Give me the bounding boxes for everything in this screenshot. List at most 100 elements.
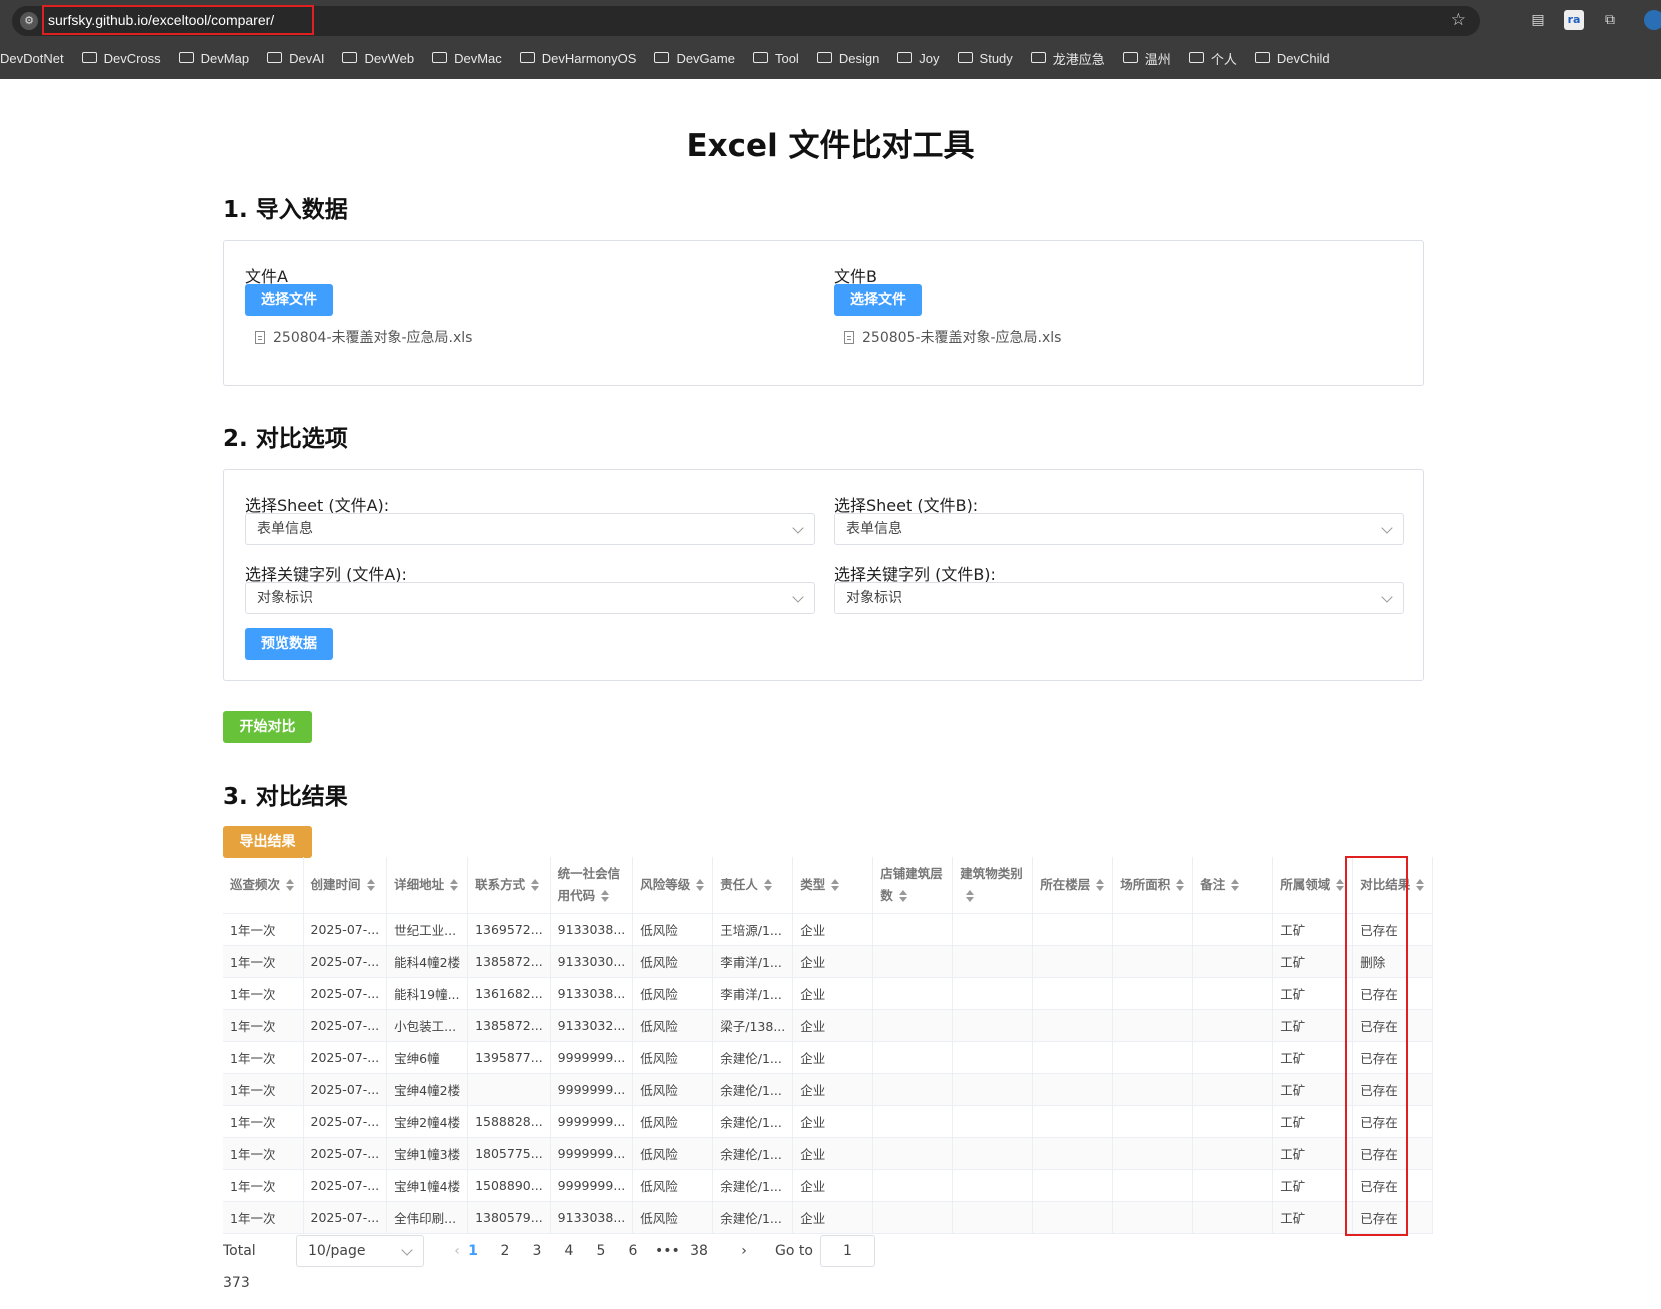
column-header[interactable]: 类型 bbox=[792, 857, 874, 914]
column-header[interactable]: 创建时间 bbox=[303, 857, 388, 914]
column-header[interactable]: 所在楼层 bbox=[1032, 857, 1114, 914]
bookmark-item[interactable]: DevGame bbox=[654, 51, 735, 66]
table-cell bbox=[1192, 1137, 1274, 1170]
sort-icon[interactable] bbox=[366, 879, 375, 892]
bookmark-item[interactable]: DevDotNet bbox=[0, 51, 64, 66]
bookmark-item[interactable]: Joy bbox=[897, 51, 940, 66]
start-compare-button[interactable]: 开始对比 bbox=[223, 711, 312, 743]
folder-icon bbox=[267, 51, 283, 63]
page-number[interactable]: 1 bbox=[463, 1235, 483, 1267]
site-settings-icon[interactable]: ⚙ bbox=[20, 12, 38, 30]
table-cell: 2025-07-... bbox=[303, 1105, 388, 1138]
column-header[interactable]: 联系方式 bbox=[467, 857, 551, 914]
sort-icon[interactable] bbox=[1176, 879, 1185, 892]
sheet-b-select[interactable]: 表单信息 bbox=[834, 513, 1404, 545]
sort-icon[interactable] bbox=[831, 879, 840, 892]
key-a-select[interactable]: 对象标识 bbox=[245, 582, 815, 614]
sort-icon[interactable] bbox=[286, 879, 295, 892]
key-b-select[interactable]: 对象标识 bbox=[834, 582, 1404, 614]
column-header[interactable]: 场所面积 bbox=[1112, 857, 1194, 914]
sort-icon[interactable] bbox=[450, 879, 459, 892]
bookmark-item[interactable]: Tool bbox=[752, 51, 799, 66]
table-cell: 2025-07-... bbox=[303, 913, 388, 946]
table-cell: 企业 bbox=[792, 945, 874, 978]
bookmark-item[interactable]: 个人 bbox=[1188, 49, 1237, 68]
sort-icon[interactable] bbox=[763, 879, 772, 892]
bookmark-item[interactable]: DevAI bbox=[267, 51, 324, 66]
sort-icon[interactable] bbox=[531, 879, 540, 892]
bookmark-item[interactable]: Design bbox=[816, 51, 879, 66]
bookmark-item[interactable]: DevCross bbox=[81, 51, 161, 66]
address-bar[interactable]: ⚙ surfsky.github.io/exceltool/comparer/ … bbox=[12, 5, 1480, 36]
bookmark-item[interactable]: DevHarmonyOS bbox=[519, 51, 636, 66]
sort-icon[interactable] bbox=[966, 890, 975, 903]
bookmark-item[interactable]: DevChild bbox=[1254, 51, 1330, 66]
column-header[interactable]: 建筑物类别 bbox=[952, 857, 1034, 914]
extension-icon[interactable]: ra bbox=[1564, 10, 1584, 30]
bookmark-item[interactable]: DevMap bbox=[178, 51, 249, 66]
document-icon bbox=[844, 330, 854, 344]
column-header[interactable]: 备注 bbox=[1192, 857, 1274, 914]
table-row[interactable]: 1年一次 2025-07-... 能科19幢... 1361682... 9133038… bbox=[223, 977, 1434, 1010]
table-row[interactable]: 1年一次 2025-07-... 宝绅2幢4楼 1588828... 9999999..… bbox=[223, 1105, 1434, 1138]
column-header[interactable]: 详细地址 bbox=[386, 857, 469, 914]
table-cell: 9999999... bbox=[550, 1137, 634, 1170]
table-row[interactable]: 1年一次 2025-07-... 全伟印刷... 1380579... 9133038.… bbox=[223, 1201, 1434, 1234]
sort-icon[interactable] bbox=[1416, 879, 1425, 892]
page-number[interactable]: 38 bbox=[689, 1235, 709, 1267]
bookmark-star-icon[interactable]: ☆ bbox=[1451, 10, 1466, 30]
table-row[interactable]: 1年一次 2025-07-... 宝绅4幢2楼 9999999... 低风险 余建伦/1.… bbox=[223, 1073, 1434, 1106]
table-row[interactable]: 1年一次 2025-07-... 宝绅6幢 1395877... 9999999... 低… bbox=[223, 1041, 1434, 1074]
preview-button[interactable]: 预览数据 bbox=[245, 628, 333, 660]
page-number[interactable]: 2 bbox=[495, 1235, 515, 1267]
table-row[interactable]: 1年一次 2025-07-... 宝绅1幢3楼 1805775... 9999999..… bbox=[223, 1137, 1434, 1170]
page-size-select[interactable]: 10/page bbox=[296, 1235, 424, 1267]
column-header[interactable]: 巡查频次 bbox=[223, 857, 304, 914]
chevron-down-icon bbox=[1381, 591, 1393, 603]
bookmark-item[interactable]: DevWeb bbox=[342, 51, 414, 66]
extensions-puzzle-icon[interactable]: ⧉ bbox=[1600, 10, 1620, 30]
table-cell bbox=[1192, 1009, 1274, 1042]
sort-icon[interactable] bbox=[696, 879, 705, 892]
file-b-item[interactable]: 250805-未覆盖对象-应急局.xls bbox=[844, 327, 1061, 347]
bookmark-item[interactable]: Study bbox=[957, 51, 1013, 66]
table-cell bbox=[872, 1137, 954, 1170]
choose-file-b-button[interactable]: 选择文件 bbox=[834, 284, 922, 316]
page-number[interactable]: 3 bbox=[527, 1235, 547, 1267]
sheet-a-select[interactable]: 表单信息 bbox=[245, 513, 815, 545]
table-row[interactable]: 1年一次 2025-07-... 宝绅1幢4楼 1508890... 9999999..… bbox=[223, 1169, 1434, 1202]
bookmark-item[interactable]: 温州 bbox=[1122, 49, 1171, 68]
column-header[interactable]: 所属领域 bbox=[1272, 857, 1354, 914]
sort-icon[interactable] bbox=[601, 890, 610, 903]
column-header[interactable]: 统一社会信用代码 bbox=[550, 857, 634, 914]
file-a-item[interactable]: 250804-未覆盖对象-应急局.xls bbox=[255, 327, 472, 347]
choose-file-a-button[interactable]: 选择文件 bbox=[245, 284, 333, 316]
bookmark-item[interactable]: 龙港应急 bbox=[1030, 49, 1105, 68]
table-cell: 企业 bbox=[792, 1009, 874, 1042]
table-row[interactable]: 1年一次 2025-07-... 小包装工... 1385872... 9133032.… bbox=[223, 1009, 1434, 1042]
column-header[interactable]: 店铺建筑层数 bbox=[872, 857, 954, 914]
export-button[interactable]: 导出结果 bbox=[223, 826, 312, 858]
sort-icon[interactable] bbox=[1231, 879, 1240, 892]
goto-input[interactable]: 1 bbox=[820, 1235, 875, 1267]
table-cell: 世纪工业... bbox=[386, 913, 469, 946]
page-number[interactable]: 6 bbox=[623, 1235, 643, 1267]
next-page-icon[interactable]: › bbox=[734, 1235, 754, 1267]
table-cell: 1385872... bbox=[467, 1009, 551, 1042]
more-pages-icon[interactable]: ••• bbox=[655, 1235, 680, 1267]
bookmark-label: DevWeb bbox=[364, 50, 415, 66]
bookmark-item[interactable]: DevMac bbox=[432, 51, 502, 66]
column-header[interactable]: 风险等级 bbox=[632, 857, 714, 914]
table-cell: 1508890... bbox=[467, 1169, 551, 1202]
sort-icon[interactable] bbox=[898, 890, 907, 903]
table-row[interactable]: 1年一次 2025-07-... 世纪工业... 1369572... 9133038.… bbox=[223, 913, 1434, 946]
url-text[interactable]: surfsky.github.io/exceltool/comparer/ bbox=[48, 12, 274, 28]
page-number[interactable]: 4 bbox=[559, 1235, 579, 1267]
table-row[interactable]: 1年一次 2025-07-... 能科4幢2楼 1385872... 9133030..… bbox=[223, 945, 1434, 978]
page-number[interactable]: 5 bbox=[591, 1235, 611, 1267]
sort-icon[interactable] bbox=[1096, 879, 1105, 892]
sort-icon[interactable] bbox=[1336, 879, 1345, 892]
profile-avatar[interactable] bbox=[1644, 10, 1661, 30]
translate-icon[interactable]: ▤ bbox=[1528, 10, 1548, 30]
column-header[interactable]: 责任人 bbox=[712, 857, 794, 914]
